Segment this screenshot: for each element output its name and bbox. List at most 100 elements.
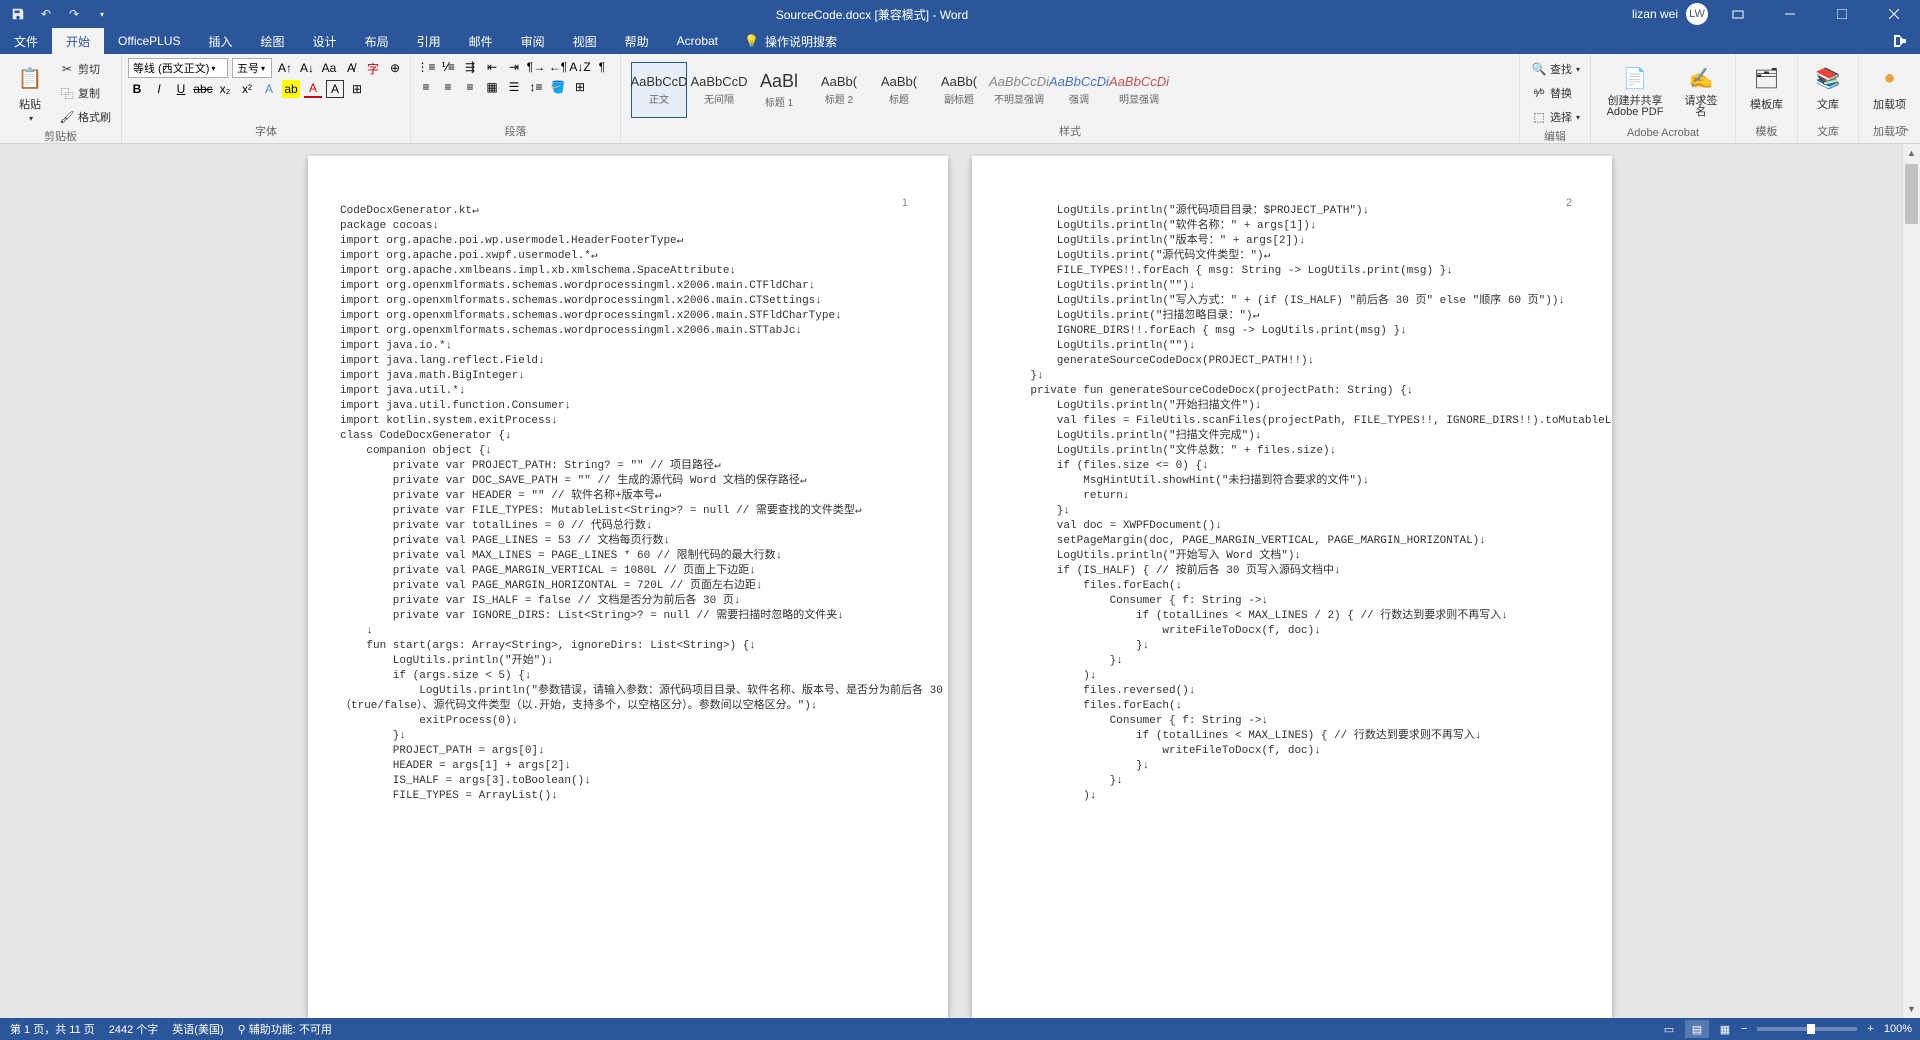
code-line[interactable]: val doc = XWPFDocument()↓	[1004, 519, 1580, 534]
shading-icon[interactable]: 🪣	[549, 78, 567, 96]
grow-font-icon[interactable]: A↑	[276, 59, 294, 77]
code-line[interactable]: LogUtils.println("开始写入 Word 文档")↓	[1004, 549, 1580, 564]
paste-button[interactable]: 📋 粘贴 ▾	[6, 58, 54, 128]
code-line[interactable]: Consumer { f: String ->↓	[1004, 714, 1580, 729]
code-line[interactable]: private var IGNORE_DIRS: List<String>? =…	[340, 609, 916, 624]
code-line[interactable]: writeFileToDocx(f, doc)↓	[1004, 744, 1580, 759]
tab-insert[interactable]: 插入	[195, 28, 247, 54]
show-marks-icon[interactable]: ¶	[593, 58, 611, 76]
code-line[interactable]: val files = FileUtils.scanFiles(projectP…	[1004, 414, 1580, 429]
read-mode-icon[interactable]: ▭	[1657, 1020, 1681, 1038]
align-left-icon[interactable]: ≡	[417, 78, 435, 96]
code-line[interactable]: )↓	[1004, 789, 1580, 804]
code-line[interactable]: companion object {↓	[340, 444, 916, 459]
code-line[interactable]: LogUtils.println("文件总数：" + files.size)↓	[1004, 444, 1580, 459]
user-avatar[interactable]: LW	[1686, 3, 1708, 25]
code-line[interactable]: }↓	[1004, 759, 1580, 774]
ltr-icon[interactable]: ¶→	[527, 58, 545, 76]
page-1[interactable]: 1 CodeDocxGenerator.kt↵package cocoas↓im…	[308, 156, 948, 1018]
char-shading-icon[interactable]: ⊞	[348, 80, 366, 98]
enclose-icon[interactable]: ⊕	[386, 59, 404, 77]
align-right-icon[interactable]: ≡	[461, 78, 479, 96]
align-center-icon[interactable]: ≡	[439, 78, 457, 96]
code-line[interactable]: }↓	[1004, 639, 1580, 654]
style-item-1[interactable]: AaBbCcD无间隔	[691, 62, 747, 118]
italic-icon[interactable]: I	[150, 80, 168, 98]
template-lib-button[interactable]: 🗂模板库	[1742, 58, 1791, 116]
zoom-in-icon[interactable]: +	[1867, 1023, 1873, 1035]
code-line[interactable]: （true/false）、源代码文件类型（以.开始，支持多个，以空格区分）。参数…	[340, 699, 916, 714]
style-item-4[interactable]: AaBb(标题	[871, 62, 927, 118]
code-line[interactable]: import java.lang.reflect.Field↓	[340, 354, 916, 369]
code-line[interactable]: if (args.size < 5) {↓	[340, 669, 916, 684]
font-family-combo[interactable]: 等线 (西文正文)▾	[128, 58, 228, 78]
scroll-up-icon[interactable]: ▲	[1903, 144, 1920, 162]
scroll-thumb[interactable]	[1905, 164, 1918, 224]
code-line[interactable]: private val PAGE_LINES = 53 // 文档每页行数↓	[340, 534, 916, 549]
select-button[interactable]: ⬚选择▾	[1526, 106, 1584, 128]
highlight-icon[interactable]: ab	[282, 80, 300, 98]
code-line[interactable]: files.reversed()↓	[1004, 684, 1580, 699]
distribute-icon[interactable]: ☰	[505, 78, 523, 96]
minimize-button[interactable]	[1768, 0, 1812, 28]
multilevel-icon[interactable]: ⇶	[461, 58, 479, 76]
tab-references[interactable]: 引用	[403, 28, 455, 54]
style-item-6[interactable]: AaBbCcDi不明显强调	[991, 62, 1047, 118]
code-line[interactable]: if (files.size <= 0) {↓	[1004, 459, 1580, 474]
superscript-icon[interactable]: x²	[238, 80, 256, 98]
code-line[interactable]: if (totalLines < MAX_LINES) { // 行数达到要求则…	[1004, 729, 1580, 744]
code-line[interactable]: LogUtils.print("扫描忽略目录：")↵	[1004, 309, 1580, 324]
code-line[interactable]: FILE_TYPES!!.forEach { msg: String -> Lo…	[1004, 264, 1580, 279]
code-line[interactable]: LogUtils.println("软件名称：" + args[1])↓	[1004, 219, 1580, 234]
sort-icon[interactable]: A↓Z	[571, 58, 589, 76]
code-line[interactable]: LogUtils.println("写入方式：" + (if (IS_HALF)…	[1004, 294, 1580, 309]
tab-help[interactable]: 帮助	[611, 28, 663, 54]
code-line[interactable]: exitProcess(0)↓	[340, 714, 916, 729]
code-line[interactable]: import org.apache.poi.xwpf.usermodel.*↵	[340, 249, 916, 264]
share-button[interactable]	[1880, 28, 1920, 54]
cut-button[interactable]: ✂剪切	[54, 58, 115, 80]
code-line[interactable]: LogUtils.println("版本号：" + args[2])↓	[1004, 234, 1580, 249]
strikethrough-icon[interactable]: abc	[194, 80, 212, 98]
code-line[interactable]: import org.openxmlformats.schemas.wordpr…	[340, 279, 916, 294]
code-line[interactable]: if (totalLines < MAX_LINES / 2) { // 行数达…	[1004, 609, 1580, 624]
web-layout-icon[interactable]: ▦	[1713, 1020, 1737, 1038]
save-icon[interactable]	[8, 4, 28, 24]
status-words[interactable]: 2442 个字	[109, 1021, 159, 1037]
rtl-icon[interactable]: ←¶	[549, 58, 567, 76]
qat-customize-icon[interactable]: ▾	[92, 4, 112, 24]
code-line[interactable]: import org.apache.poi.wp.usermodel.Heade…	[340, 234, 916, 249]
style-item-7[interactable]: AaBbCcDi强调	[1051, 62, 1107, 118]
code-line[interactable]: import java.util.function.Consumer↓	[340, 399, 916, 414]
code-line[interactable]: if (IS_HALF) { // 按前后各 30 页写入源码文档中↓	[1004, 564, 1580, 579]
bullets-icon[interactable]: ⋮≡	[417, 58, 435, 76]
code-line[interactable]: import java.math.BigInteger↓	[340, 369, 916, 384]
copy-button[interactable]: ⿻复制	[54, 82, 115, 104]
user-name[interactable]: lizan wei	[1632, 7, 1678, 21]
code-line[interactable]: IS_HALF = args[3].toBoolean()↓	[340, 774, 916, 789]
maximize-button[interactable]	[1820, 0, 1864, 28]
code-line[interactable]: PROJECT_PATH = args[0]↓	[340, 744, 916, 759]
underline-icon[interactable]: U	[172, 80, 190, 98]
code-line[interactable]: private var FILE_TYPES: MutableList<Stri…	[340, 504, 916, 519]
code-line[interactable]: private var HEADER = "" // 软件名称+版本号↵	[340, 489, 916, 504]
shrink-font-icon[interactable]: A↓	[298, 59, 316, 77]
tab-review[interactable]: 审阅	[507, 28, 559, 54]
status-accessibility[interactable]: ⚲ 辅助功能: 不可用	[238, 1021, 332, 1037]
justify-icon[interactable]: ▦	[483, 78, 501, 96]
code-line[interactable]: LogUtils.println("")↓	[1004, 279, 1580, 294]
code-line[interactable]: private val PAGE_MARGIN_VERTICAL = 1080L…	[340, 564, 916, 579]
numbering-icon[interactable]: ⅟≡	[439, 58, 457, 76]
code-line[interactable]: LogUtils.println("开始")↓	[340, 654, 916, 669]
code-line[interactable]: generateSourceCodeDocx(PROJECT_PATH!!)↓	[1004, 354, 1580, 369]
code-line[interactable]: FILE_TYPES = ArrayList()↓	[340, 789, 916, 804]
status-page[interactable]: 第 1 页，共 11 页	[10, 1021, 95, 1037]
code-line[interactable]: CodeDocxGenerator.kt↵	[340, 204, 916, 219]
tell-me-search[interactable]: 💡 操作说明搜索	[744, 28, 837, 54]
font-color-icon[interactable]: A	[304, 80, 322, 98]
line-spacing-icon[interactable]: ↕≡	[527, 78, 545, 96]
print-layout-icon[interactable]: ▤	[1685, 1020, 1709, 1038]
vertical-scrollbar[interactable]: ▲ ▼	[1902, 144, 1920, 1018]
tab-file[interactable]: 文件	[0, 28, 52, 54]
code-line[interactable]: writeFileToDocx(f, doc)↓	[1004, 624, 1580, 639]
